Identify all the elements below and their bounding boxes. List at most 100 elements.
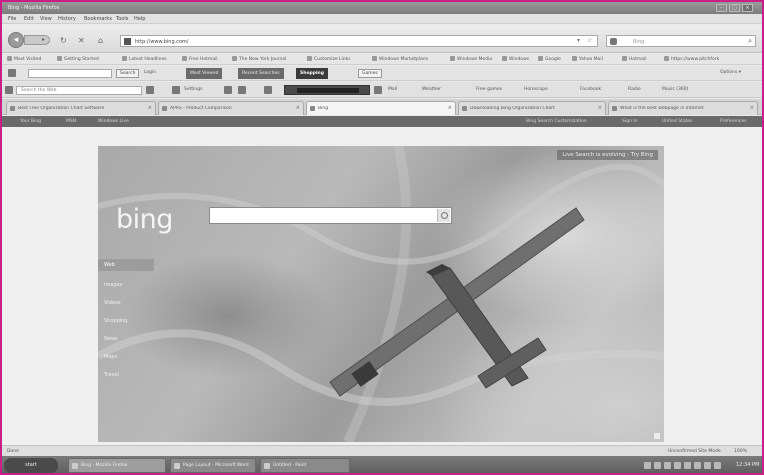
magnifier-icon[interactable]: ⌕ <box>748 37 752 46</box>
search-engine-icon[interactable] <box>610 38 617 45</box>
menu-history[interactable]: History <box>58 16 76 22</box>
weather-link[interactable]: Weather <box>422 87 441 92</box>
bookmark-item[interactable]: Customize Links <box>307 56 351 62</box>
mail-icon[interactable] <box>224 86 232 94</box>
menu-edit[interactable]: Edit <box>24 16 34 22</box>
tab-best-webpage[interactable]: What is the best webpage in Internet × <box>608 101 758 115</box>
tab-close-icon[interactable]: × <box>598 105 602 111</box>
sign-in-link[interactable]: Sign In <box>622 119 637 124</box>
menu-tools[interactable]: Tools <box>116 16 128 22</box>
minimize-button[interactable]: – <box>716 4 727 12</box>
facebook-icon[interactable] <box>374 86 382 94</box>
dropdown-icon[interactable] <box>146 86 154 94</box>
bookmark-item[interactable]: Hotmail <box>622 56 647 62</box>
tray-icon[interactable] <box>664 462 671 469</box>
search-box[interactable]: Bing ⌕ <box>606 35 756 47</box>
address-bar[interactable]: http://www.bing.com/ ▾ ☆ <box>120 35 598 47</box>
menu-view[interactable]: View <box>40 16 52 22</box>
bookmark-item[interactable]: Windows Media <box>450 56 492 62</box>
nav-videos[interactable]: Videos <box>98 297 154 309</box>
reload-icon[interactable]: ↻ <box>60 36 67 45</box>
nav-web[interactable]: Web <box>98 259 154 271</box>
mail-link[interactable]: Mail <box>388 87 397 92</box>
addon-search-input[interactable] <box>28 69 112 78</box>
tab-close-icon[interactable]: × <box>750 105 754 111</box>
menu-file[interactable]: File <box>8 16 16 22</box>
recent-searches-button[interactable]: Recent Searches <box>238 68 284 79</box>
tab-close-icon[interactable]: × <box>448 105 452 111</box>
volume-icon[interactable] <box>684 462 691 469</box>
menu-help[interactable]: Help <box>134 16 145 22</box>
top-link[interactable]: Your Bing <box>20 119 41 124</box>
addon-search-button[interactable]: Search <box>116 69 140 78</box>
close-button[interactable]: × <box>742 4 753 12</box>
music-link[interactable]: Music (360) <box>662 87 688 92</box>
top-link[interactable]: Bing Search Customization <box>526 119 587 124</box>
nav-shopping[interactable]: Shopping <box>98 315 154 327</box>
forward-button[interactable]: ▸ <box>24 35 50 45</box>
bookmark-item[interactable]: Latest Headlines <box>122 56 167 62</box>
bookmark-item[interactable]: Windows Marketplace <box>372 56 428 62</box>
top-link[interactable]: Windows Live <box>98 119 129 124</box>
tray-icon[interactable] <box>714 462 721 469</box>
radio-link[interactable]: Radio <box>628 87 641 92</box>
zoom-level[interactable]: 100% <box>734 449 747 454</box>
bookmark-item[interactable]: Getting Started <box>57 56 99 62</box>
magnifier-icon[interactable] <box>437 209 450 222</box>
menu-bookmarks[interactable]: Bookmarks <box>84 16 112 22</box>
tray-icon[interactable] <box>654 462 661 469</box>
weather-icon[interactable] <box>238 86 246 94</box>
bookmark-item[interactable]: Yahoo Mail <box>572 56 603 62</box>
bookmark-item[interactable]: Most Visited <box>7 56 41 62</box>
network-icon[interactable] <box>674 462 681 469</box>
tray-icon[interactable] <box>704 462 711 469</box>
radio-icon[interactable] <box>264 86 272 94</box>
tab-bing[interactable]: Bing × <box>306 101 456 115</box>
taskbar-item-word[interactable]: Page Layout - Microsoft Word <box>170 458 256 473</box>
facebook-link[interactable]: Facebook <box>580 87 601 92</box>
clock[interactable]: 12:34 PM <box>736 462 759 468</box>
nav-travel[interactable]: Travel <box>98 369 154 381</box>
nav-maps[interactable]: Maps <box>98 351 154 363</box>
shopping-button[interactable]: Shopping <box>296 68 328 79</box>
url-text[interactable]: http://www.bing.com/ <box>135 39 189 45</box>
bookmark-item[interactable]: Windows <box>502 56 529 62</box>
back-button[interactable]: ◂ <box>8 32 24 48</box>
nav-news[interactable]: News <box>98 333 154 345</box>
home-icon[interactable]: ⌂ <box>98 36 103 45</box>
media-player-bar[interactable] <box>284 85 370 95</box>
bookmark-star-icon[interactable]: ☆ <box>587 37 592 44</box>
options-link[interactable]: Options ▾ <box>720 70 741 75</box>
tab-close-icon[interactable]: × <box>148 105 152 111</box>
tab-org-chart[interactable]: Best Free Organization Chart Software × <box>6 101 156 115</box>
tray-icon[interactable] <box>694 462 701 469</box>
top-link[interactable]: United States <box>662 119 692 124</box>
bookmark-item[interactable]: The New York Journal <box>232 56 286 62</box>
horoscope-link[interactable]: Horoscope <box>524 87 548 92</box>
bing-search-input[interactable] <box>209 207 452 224</box>
bookmark-item[interactable]: Google <box>538 56 561 62</box>
settings-link[interactable]: Settings <box>184 87 202 92</box>
tab-close-icon[interactable]: × <box>296 105 300 111</box>
stop-icon[interactable]: ✕ <box>78 36 85 45</box>
most-viewed-button[interactable]: Most Viewed <box>186 68 223 79</box>
games-button[interactable]: Games <box>358 69 382 78</box>
taskbar-item-paint[interactable]: Untitled - Paint <box>260 458 350 473</box>
settings-icon[interactable] <box>172 86 180 94</box>
start-button[interactable]: start <box>4 458 58 473</box>
bookmark-item[interactable]: Free Hotmail <box>182 56 218 62</box>
free-games-link[interactable]: Free games <box>476 87 502 92</box>
tab-downloading[interactable]: Downloading Bing Organization Chart × <box>458 101 606 115</box>
url-dropdown-icon[interactable]: ▾ <box>577 37 580 44</box>
taskbar-item-firefox[interactable]: Bing - Mozilla Firefox <box>68 458 166 473</box>
web-search-input[interactable]: Search the Web <box>16 86 142 95</box>
bookmark-item[interactable]: https://www.pitchfork <box>664 56 719 62</box>
nav-images[interactable]: Images <box>98 279 154 291</box>
top-link[interactable]: MSN <box>66 119 76 124</box>
maximize-button[interactable]: □ <box>729 4 740 12</box>
tray-icon[interactable] <box>644 462 651 469</box>
image-info-icon[interactable] <box>654 433 660 439</box>
tab-product-comparison[interactable]: APRS - Product Comparison × <box>158 101 304 115</box>
preferences-link[interactable]: Preferences <box>720 119 746 124</box>
login-link[interactable]: Login <box>144 70 156 75</box>
